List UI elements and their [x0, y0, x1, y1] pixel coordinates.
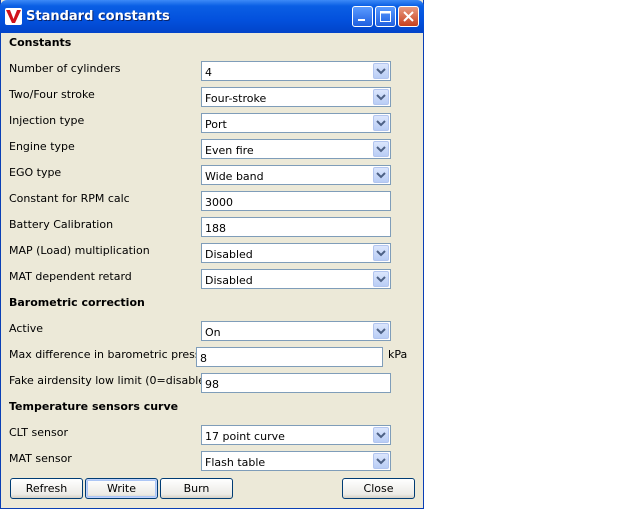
stroke-select[interactable]: Four-stroke — [201, 87, 391, 107]
app-logo-icon — [5, 8, 22, 25]
ego-select[interactable]: Wide band — [201, 165, 391, 185]
clt-select[interactable]: 17 point curve — [201, 425, 391, 445]
stroke-label: Two/Four stroke — [9, 88, 95, 101]
chevron-down-icon[interactable] — [373, 245, 389, 261]
mat-retard-value: Disabled — [205, 274, 253, 287]
standard-constants-dialog: Standard constants Constants Number of c… — [0, 0, 424, 509]
map-mult-value: Disabled — [205, 248, 253, 261]
burn-button[interactable]: Burn — [160, 478, 233, 499]
mat-retard-label: MAT dependent retard — [9, 270, 132, 283]
fake-airdensity-value: 98 — [205, 378, 219, 391]
maximize-button[interactable] — [375, 6, 396, 27]
minimize-icon — [358, 19, 365, 21]
fake-airdensity-label: Fake airdensity low limit (0=disable) — [9, 374, 210, 387]
close-icon — [403, 11, 414, 22]
injection-label: Injection type — [9, 114, 85, 127]
chevron-down-icon[interactable] — [373, 141, 389, 157]
section-constants: Constants — [9, 36, 72, 49]
mat-select[interactable]: Flash table — [201, 451, 391, 471]
chevron-down-icon[interactable] — [373, 427, 389, 443]
close-window-button[interactable] — [398, 6, 419, 27]
write-button[interactable]: Write — [85, 478, 158, 499]
map-mult-label: MAP (Load) multiplication — [9, 244, 150, 257]
section-temperature: Temperature sensors curve — [9, 400, 179, 413]
chevron-down-icon[interactable] — [373, 271, 389, 287]
maximize-icon — [380, 11, 391, 22]
cylinders-label: Number of cylinders — [9, 62, 121, 75]
section-barometric: Barometric correction — [9, 296, 145, 309]
ego-label: EGO type — [9, 166, 62, 179]
mat-retard-select[interactable]: Disabled — [201, 269, 391, 289]
rpm-const-label: Constant for RPM calc — [9, 192, 130, 205]
battery-value: 188 — [205, 222, 226, 235]
close-button[interactable]: Close — [342, 478, 415, 499]
cylinders-value: 4 — [205, 66, 212, 79]
chevron-down-icon[interactable] — [373, 63, 389, 79]
mat-value: Flash table — [205, 456, 266, 469]
injection-select[interactable]: Port — [201, 113, 391, 133]
cylinders-select[interactable]: 4 — [201, 61, 391, 81]
chevron-down-icon[interactable] — [373, 453, 389, 469]
clt-value: 17 point curve — [205, 430, 285, 443]
window-title: Standard constants — [26, 9, 170, 24]
map-mult-select[interactable]: Disabled — [201, 243, 391, 263]
chevron-down-icon[interactable] — [373, 115, 389, 131]
baro-maxdiff-unit: kPa — [388, 348, 408, 361]
mat-label: MAT sensor — [9, 452, 72, 465]
battery-label: Battery Calibration — [9, 218, 114, 231]
minimize-button[interactable] — [352, 6, 373, 27]
rpm-const-value: 3000 — [205, 196, 233, 209]
clt-label: CLT sensor — [9, 426, 68, 439]
baro-active-value: On — [205, 326, 221, 339]
stroke-value: Four-stroke — [205, 92, 267, 105]
battery-input[interactable]: 188 — [201, 217, 391, 237]
engine-value: Even fire — [205, 144, 254, 157]
title-bar[interactable]: Standard constants — [0, 0, 424, 33]
injection-value: Port — [205, 118, 227, 131]
chevron-down-icon[interactable] — [373, 323, 389, 339]
engine-label: Engine type — [9, 140, 75, 153]
baro-active-select[interactable]: On — [201, 321, 391, 341]
engine-select[interactable]: Even fire — [201, 139, 391, 159]
chevron-down-icon[interactable] — [373, 89, 389, 105]
refresh-button[interactable]: Refresh — [10, 478, 83, 499]
chevron-down-icon[interactable] — [373, 167, 389, 183]
rpm-const-input[interactable]: 3000 — [201, 191, 391, 211]
baro-maxdiff-input[interactable]: 8 — [196, 347, 383, 367]
baro-active-label: Active — [9, 322, 44, 335]
ego-value: Wide band — [205, 170, 264, 183]
baro-maxdiff-label: Max difference in barometric pressure — [9, 348, 219, 361]
baro-maxdiff-value: 8 — [200, 352, 207, 365]
fake-airdensity-input[interactable]: 98 — [201, 373, 391, 393]
